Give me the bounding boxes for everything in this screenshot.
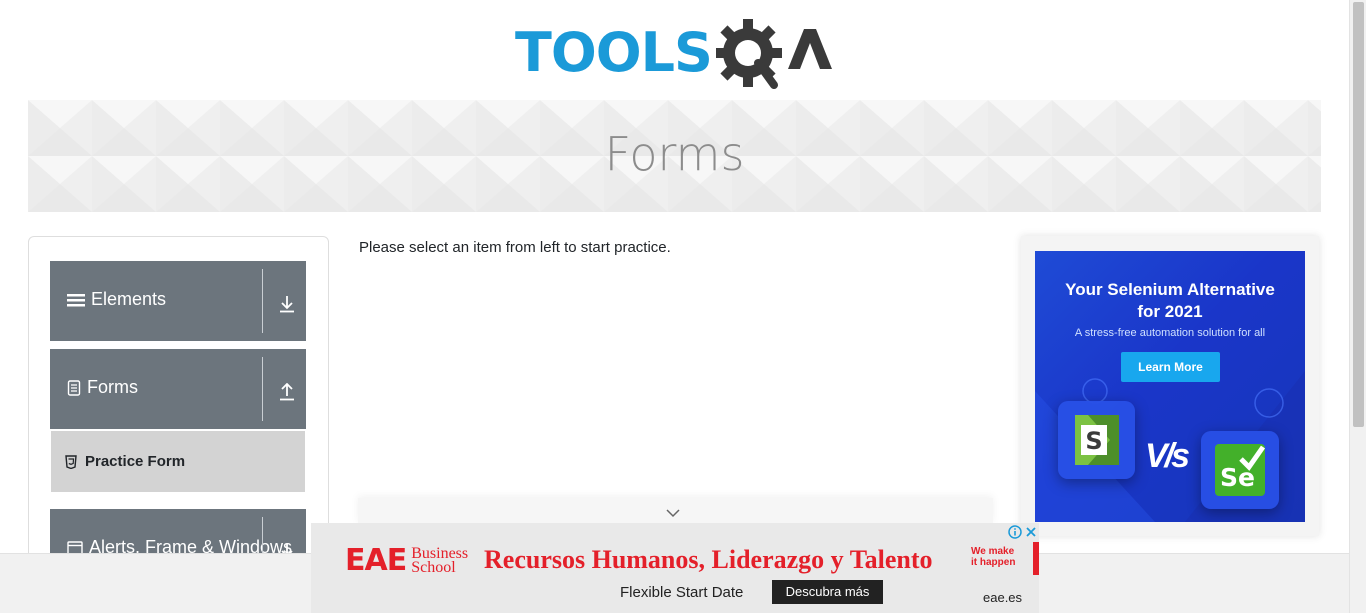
ad-headline-line2: for 2021: [1137, 302, 1203, 321]
svg-text:S: S: [1085, 427, 1102, 455]
scrollbar-thumb[interactable]: [1353, 2, 1364, 427]
upload-icon[interactable]: [279, 383, 295, 401]
descubra-mas-button[interactable]: Descubra más: [772, 580, 883, 604]
eae-business-school-ad[interactable]: EAE Business School Recursos Humanos, Li…: [311, 523, 1039, 613]
group-divider: [262, 269, 263, 333]
eae-brand: EAE Business School: [345, 543, 468, 578]
ad-headline: Recursos Humanos, Liderazgo y Talento: [484, 545, 933, 574]
sidebar-group-elements[interactable]: Elements: [50, 261, 306, 341]
sidebar-group-label: Forms: [87, 377, 138, 397]
s-logo-icon: S: [1075, 415, 1119, 465]
html5-icon: [65, 454, 77, 469]
ad-subtext: A stress-free automation solution for al…: [1074, 327, 1266, 339]
ad-choices[interactable]: [1008, 525, 1038, 539]
page-banner: Forms: [28, 100, 1321, 212]
page-title: Forms: [604, 127, 745, 181]
learn-more-button[interactable]: Learn More: [1121, 352, 1220, 382]
toolsqa-logo[interactable]: TOOLS: [515, 15, 840, 91]
ad-s-tile: S: [1058, 401, 1135, 479]
sidebar-group-label: Elements: [91, 289, 167, 309]
ad-headline-line1: Your Selenium Alternative: [1065, 280, 1275, 299]
ad-domain: eae.es: [983, 590, 1023, 605]
ad-se-tile: Se: [1201, 431, 1279, 509]
ad-close-icon[interactable]: [1024, 525, 1038, 539]
eae-logo-text: EAE: [345, 543, 407, 578]
group-divider: [262, 357, 263, 421]
document-icon: [67, 379, 81, 396]
practice-instruction: Please select an item from left to start…: [359, 239, 671, 256]
chevron-down-icon[interactable]: [665, 508, 681, 518]
left-sidebar: Elements Forms Practice Form Alerts, Fra…: [28, 236, 329, 567]
right-ad-container: Your Selenium Alternative for 2021 A str…: [1021, 236, 1319, 536]
selenium-logo-text: Se: [1220, 463, 1255, 492]
logo-text: TOOLS: [515, 21, 713, 84]
page-scrollbar[interactable]: [1349, 0, 1366, 613]
ad-tag-line2: it happen: [971, 557, 1016, 568]
logo-gear-qa-icon: [715, 19, 832, 89]
selenium-alternative-ad[interactable]: Your Selenium Alternative for 2021 A str…: [1035, 251, 1305, 522]
sidebar-item-practice-form[interactable]: Practice Form: [51, 431, 305, 492]
ad-info-icon[interactable]: [1008, 525, 1022, 539]
hamburger-icon: [67, 293, 85, 306]
sidebar-group-forms[interactable]: Forms: [50, 349, 306, 429]
ad-red-bar: [1033, 542, 1039, 575]
ad-tag-line1: We make: [971, 546, 1015, 557]
ad-subtext: Flexible Start Date: [620, 584, 744, 601]
download-icon[interactable]: [279, 295, 295, 313]
sidebar-item-label: Practice Form: [85, 453, 186, 470]
eae-brand-sub2: School: [411, 558, 456, 576]
versus-text: V/s: [1145, 437, 1190, 475]
